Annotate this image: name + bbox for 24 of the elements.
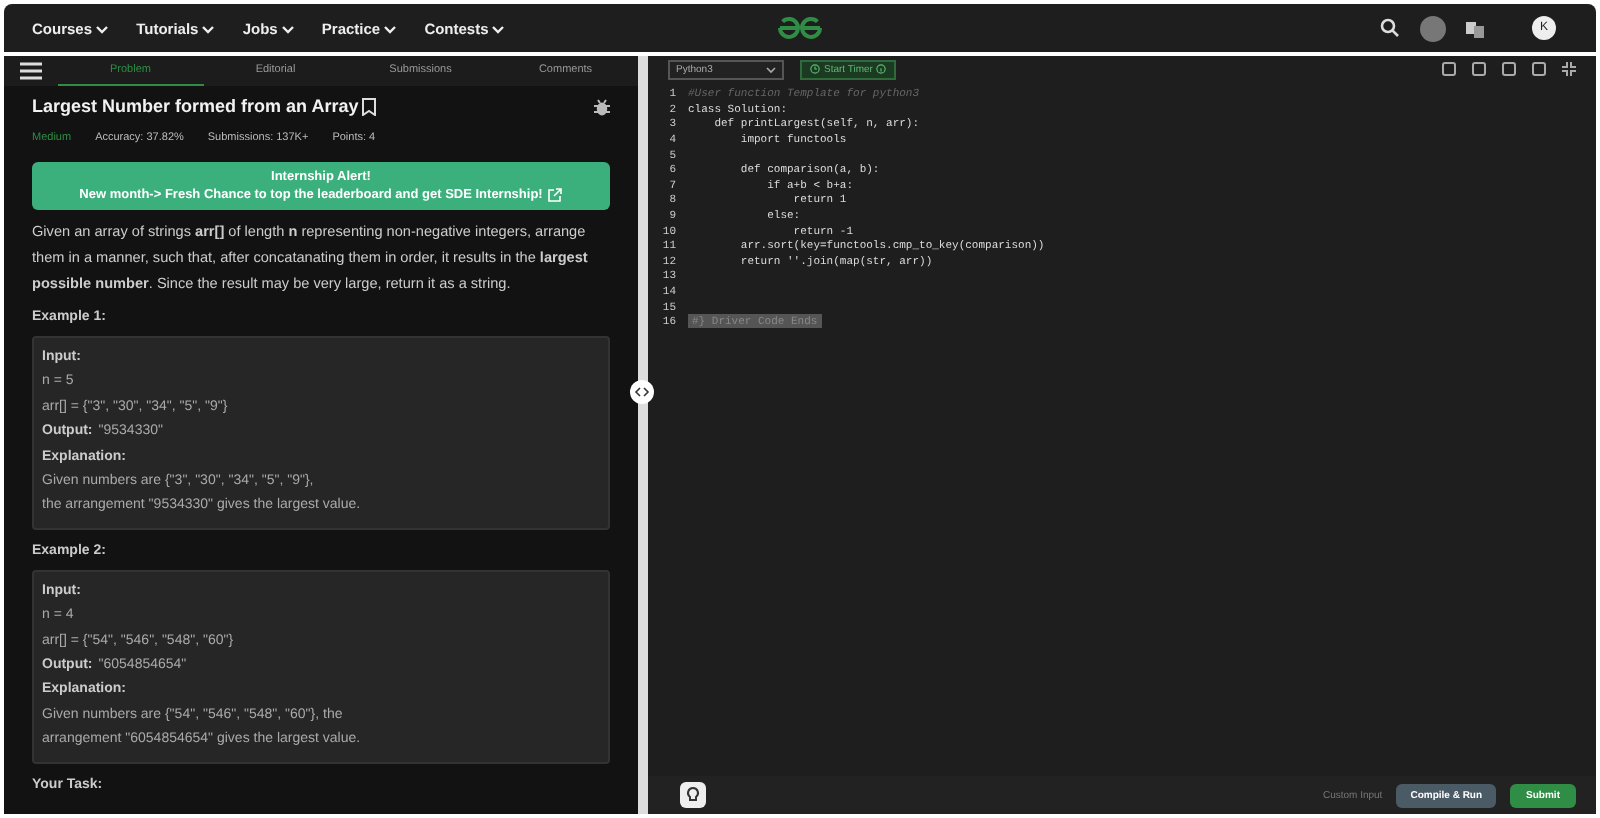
editor-tool-icon[interactable] <box>1442 62 1456 76</box>
chevron-down-icon <box>281 25 294 33</box>
clock-icon <box>810 64 820 74</box>
chevron-down-icon <box>202 25 215 33</box>
editor-tool-icon[interactable] <box>1502 62 1516 76</box>
chevron-down-icon <box>384 25 397 33</box>
problem-title: Largest Number formed from an Array <box>32 96 359 116</box>
menu-icon[interactable] <box>20 62 42 80</box>
chevron-down-icon <box>96 25 109 33</box>
bookmark-icon[interactable] <box>362 97 377 115</box>
chevron-down-icon <box>492 25 505 33</box>
info-icon <box>876 64 887 74</box>
resize-handle-icon[interactable] <box>630 380 654 404</box>
external-link-icon[interactable] <box>548 188 563 202</box>
expand-icon[interactable] <box>1562 62 1576 76</box>
bulb-icon[interactable] <box>680 782 706 808</box>
editor-tool-icon[interactable] <box>1532 62 1546 76</box>
notes-icon[interactable] <box>1466 19 1484 37</box>
chevron-down-icon <box>766 65 776 73</box>
theme-toggle-icon[interactable] <box>1420 15 1446 41</box>
bug-icon[interactable] <box>594 97 610 115</box>
editor-tool-icon[interactable] <box>1472 62 1486 76</box>
search-icon[interactable] <box>1380 18 1400 38</box>
logo-icon <box>774 14 826 42</box>
